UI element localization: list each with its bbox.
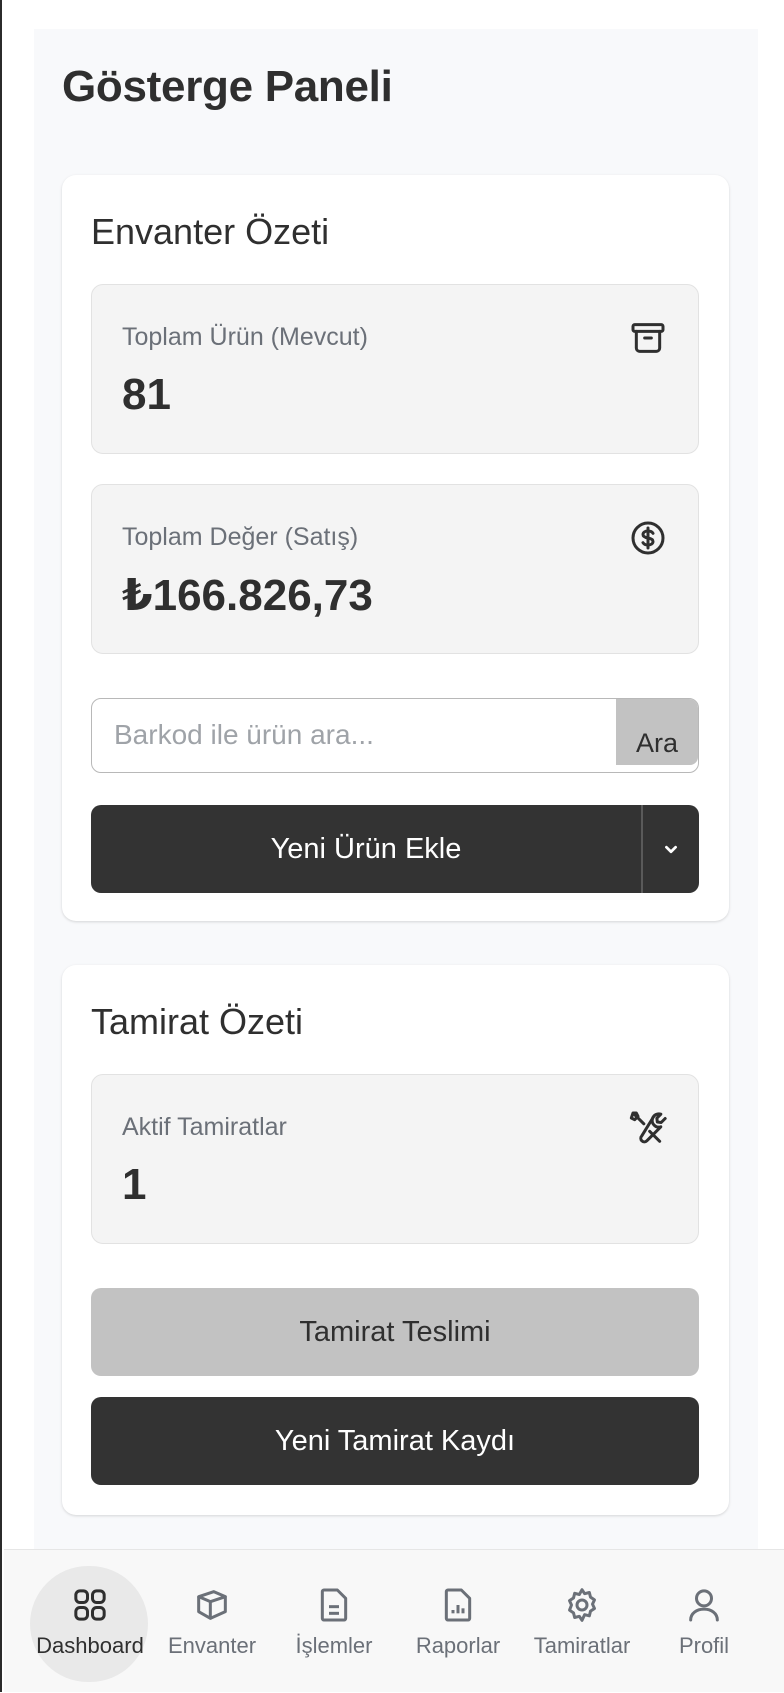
box-icon (197, 1590, 227, 1620)
grid-icon (74, 1589, 106, 1621)
nav-item-inventory[interactable]: Envanter (150, 1550, 274, 1693)
total-value-label: Toplam Değer (Satış) (122, 523, 359, 551)
nav-item-profile[interactable]: Profil (642, 1550, 766, 1693)
nav-item-reports[interactable]: Raporlar (396, 1550, 520, 1693)
nav-item-dashboard[interactable]: Dashboard (28, 1550, 152, 1693)
nav-item-repairs[interactable]: Tamiratlar (520, 1550, 644, 1693)
total-value-stat: Toplam Değer (Satış) ₺166.826,73 (91, 484, 699, 654)
new-repair-button[interactable]: Yeni Tamirat Kaydı (91, 1397, 699, 1485)
add-product-options-toggle[interactable] (643, 805, 699, 893)
nav-label-transactions: İşlemler (295, 1633, 373, 1658)
active-repairs-stat: Aktif Tamiratlar 1 (91, 1074, 699, 1244)
nav-label-inventory: Envanter (167, 1633, 257, 1658)
repair-summary-card: Tamirat Özeti Aktif Tamiratlar 1 Tamirat… (62, 965, 729, 1515)
inventory-summary-title: Envanter Özeti (91, 211, 330, 252)
active-repairs-value: 1 (122, 1160, 147, 1209)
total-items-label: Toplam Ürün (Mevcut) (122, 323, 368, 351)
barcode-search: Ara (91, 698, 699, 773)
total-value-value: ₺166.826,73 (122, 571, 373, 620)
report-icon (444, 1588, 472, 1622)
active-repairs-label: Aktif Tamiratlar (122, 1113, 287, 1141)
page-title: Gösterge Paneli (62, 62, 393, 111)
nav-label-dashboard: Dashboard (36, 1633, 144, 1658)
search-button[interactable]: Ara (616, 699, 698, 765)
user-icon (689, 1589, 719, 1622)
nav-item-transactions[interactable]: İşlemler (272, 1550, 396, 1693)
barcode-search-input[interactable] (92, 699, 618, 771)
nav-label-reports: Raporlar (415, 1633, 501, 1658)
repair-summary-title: Tamirat Özeti (91, 1001, 304, 1042)
nav-label-repairs: Tamiratlar (533, 1633, 631, 1658)
document-icon (320, 1588, 348, 1622)
nav-label-profile: Profil (678, 1633, 730, 1658)
total-items-value: 81 (122, 370, 171, 419)
add-product-split-button: Yeni Ürün Ekle (91, 805, 699, 893)
gear-icon (568, 1588, 596, 1622)
dollar-circle-icon (631, 521, 665, 555)
app-frame: Gösterge Paneli Envanter Özeti Toplam Ür… (0, 0, 784, 1692)
add-product-button[interactable]: Yeni Ürün Ekle (91, 805, 641, 893)
total-items-stat: Toplam Ürün (Mevcut) 81 (91, 284, 699, 454)
archive-icon (631, 323, 665, 353)
inventory-summary-card: Envanter Özeti Toplam Ürün (Mevcut) 81 T… (62, 175, 729, 921)
tools-icon (629, 1111, 667, 1144)
bottom-nav: Dashboard Envanter İşlemler Raporlar Tam… (4, 1549, 784, 1692)
chevron-down-icon (665, 845, 677, 854)
repair-delivery-button[interactable]: Tamirat Teslimi (91, 1288, 699, 1376)
